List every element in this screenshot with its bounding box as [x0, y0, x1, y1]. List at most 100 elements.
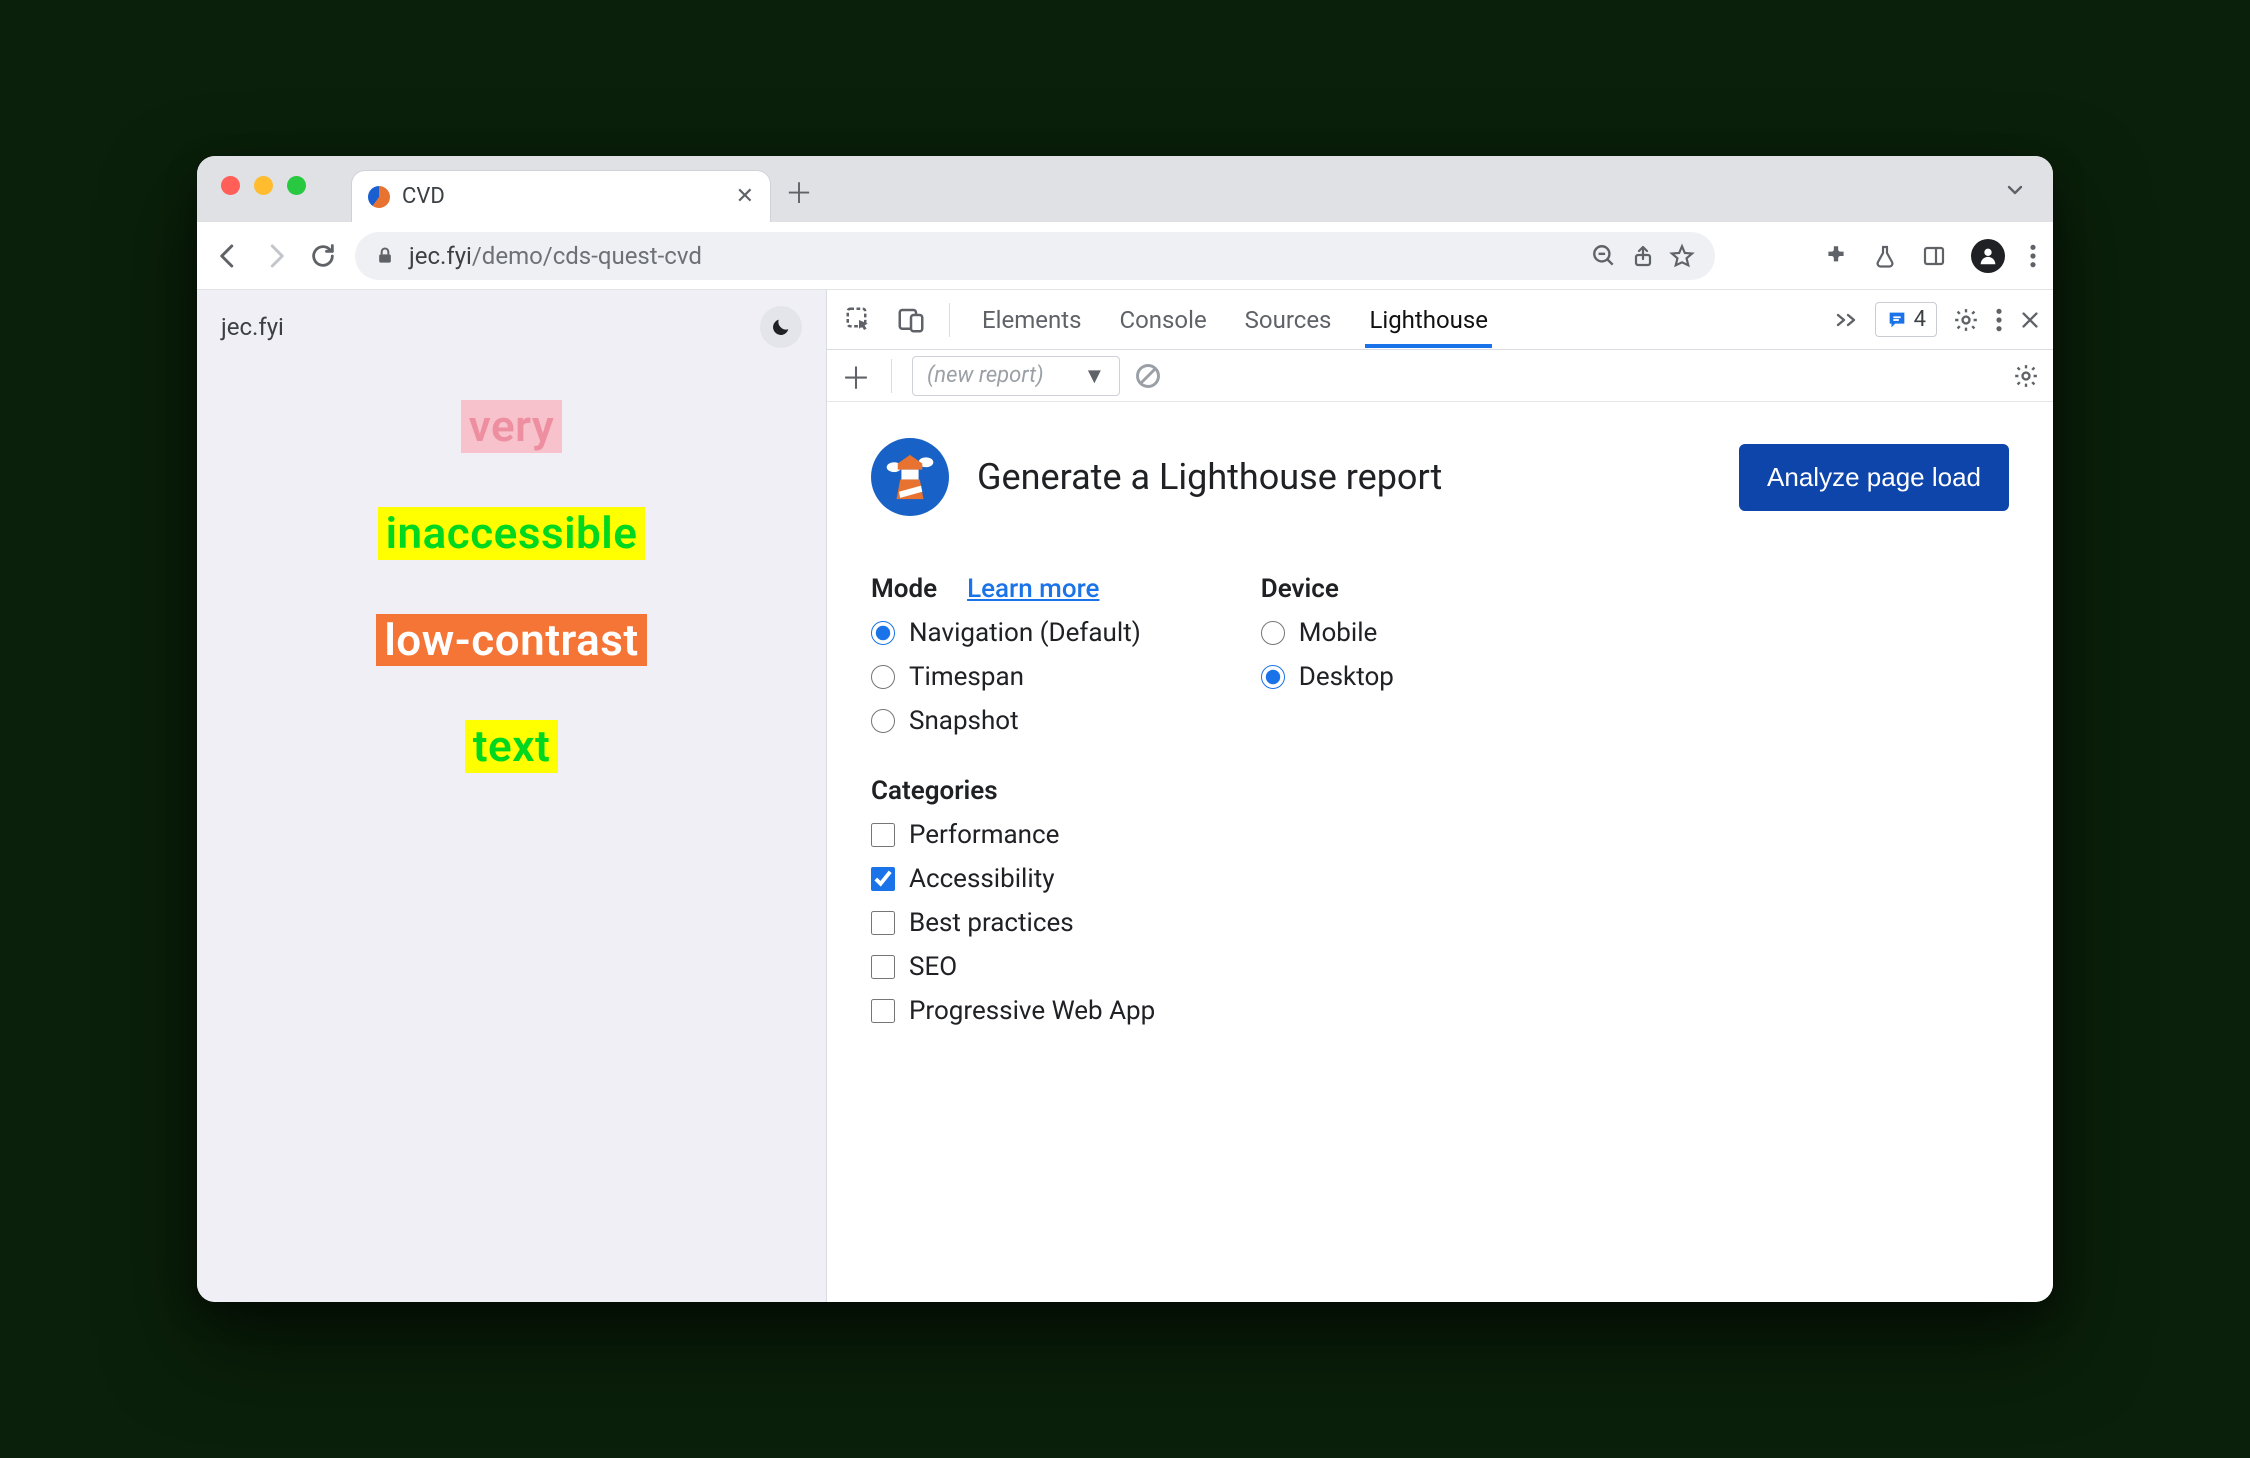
browser-tab[interactable]: CVD ✕ [351, 170, 771, 222]
cat-best-practices-option[interactable]: Best practices [871, 908, 2009, 938]
devtools-panel: Elements Console Sources Lighthouse 4 [827, 290, 2053, 1302]
lighthouse-logo-icon [871, 438, 949, 516]
devtools-settings-button[interactable] [1953, 307, 1979, 333]
more-tabs-button[interactable] [1835, 312, 1859, 328]
nav-toolbar: jec.fyi/demo/cds-quest-cvd [197, 222, 2053, 290]
lighthouse-header: Generate a Lighthouse report Analyze pag… [871, 438, 2009, 516]
device-desktop-option[interactable]: Desktop [1261, 662, 1394, 692]
bookmark-star-icon[interactable] [1669, 243, 1695, 269]
clear-button[interactable] [1134, 362, 1162, 390]
traffic-lights [221, 176, 306, 195]
favicon-icon [368, 186, 390, 208]
toolbar-right [1823, 239, 2037, 273]
device-desktop-radio[interactable] [1261, 665, 1285, 689]
cat-pwa-label: Progressive Web App [909, 996, 1155, 1026]
content-area: jec.fyi very inaccessible low-contrast t… [197, 290, 2053, 1302]
mode-navigation-radio[interactable] [871, 621, 895, 645]
labs-icon[interactable] [1873, 242, 1897, 270]
url-host: jec.fyi [409, 242, 472, 270]
cat-accessibility-checkbox[interactable] [871, 867, 895, 891]
mode-snapshot-label: Snapshot [909, 706, 1019, 736]
devtools-tabbar: Elements Console Sources Lighthouse 4 [827, 290, 2053, 350]
tab-elements[interactable]: Elements [978, 292, 1085, 348]
device-mobile-label: Mobile [1299, 618, 1378, 648]
sample-very: very [461, 400, 563, 453]
cat-accessibility-label: Accessibility [909, 864, 1055, 894]
cat-best-practices-checkbox[interactable] [871, 911, 895, 935]
tab-lighthouse[interactable]: Lighthouse [1365, 292, 1492, 348]
learn-more-link[interactable]: Learn more [967, 574, 1099, 604]
device-toolbar-button[interactable] [891, 300, 931, 340]
chevron-down-icon: ▼ [1084, 363, 1106, 389]
device-desktop-label: Desktop [1299, 662, 1394, 692]
mode-timespan-label: Timespan [909, 662, 1024, 692]
sample-inaccessible: inaccessible [378, 507, 646, 560]
page-preview: jec.fyi very inaccessible low-contrast t… [197, 290, 827, 1302]
sample-low-contrast: low-contrast [376, 614, 646, 667]
minimize-window-button[interactable] [254, 176, 273, 195]
mode-timespan-radio[interactable] [871, 665, 895, 689]
categories-section: Categories Performance Accessibility [871, 776, 2009, 1026]
site-label: jec.fyi [221, 313, 284, 341]
new-report-button[interactable]: ＋ [841, 354, 871, 398]
mode-timespan-option[interactable]: Timespan [871, 662, 1141, 692]
close-window-button[interactable] [221, 176, 240, 195]
report-select[interactable]: (new report) ▼ [912, 356, 1120, 396]
share-icon[interactable] [1631, 243, 1655, 269]
issues-count: 4 [1914, 307, 1926, 332]
sidebar-icon[interactable] [1921, 244, 1947, 268]
reload-button[interactable] [309, 242, 337, 270]
cat-seo-option[interactable]: SEO [871, 952, 2009, 982]
lighthouse-settings-button[interactable] [2013, 363, 2039, 389]
profile-avatar[interactable] [1971, 239, 2005, 273]
mode-section: Mode Learn more Navigation (Default) Tim… [871, 574, 1141, 736]
device-section: Device Mobile Desktop [1261, 574, 1394, 736]
mode-heading: Mode [871, 574, 937, 604]
moon-icon [770, 316, 792, 338]
url-path: /demo/cds-quest-cvd [472, 242, 702, 270]
lighthouse-body: Generate a Lighthouse report Analyze pag… [827, 402, 2053, 1062]
mode-navigation-option[interactable]: Navigation (Default) [871, 618, 1141, 648]
cat-pwa-checkbox[interactable] [871, 999, 895, 1023]
forward-button[interactable] [261, 241, 291, 271]
issues-icon [1886, 309, 1908, 331]
browser-window: CVD ✕ ＋ jec.fyi/demo/cds-quest-cvd [197, 156, 2053, 1302]
fullscreen-window-button[interactable] [287, 176, 306, 195]
device-heading: Device [1261, 574, 1339, 604]
cat-performance-option[interactable]: Performance [871, 820, 2009, 850]
url-text: jec.fyi/demo/cds-quest-cvd [409, 242, 1577, 270]
zoom-icon[interactable] [1591, 243, 1617, 269]
cat-pwa-option[interactable]: Progressive Web App [871, 996, 2009, 1026]
cat-performance-label: Performance [909, 820, 1059, 850]
extensions-icon[interactable] [1823, 243, 1849, 269]
tab-close-button[interactable]: ✕ [736, 184, 754, 209]
chrome-menu-button[interactable] [2029, 243, 2037, 269]
report-select-label: (new report) [927, 363, 1044, 388]
device-mobile-radio[interactable] [1261, 621, 1285, 645]
lock-icon [375, 245, 395, 267]
cat-performance-checkbox[interactable] [871, 823, 895, 847]
cat-accessibility-option[interactable]: Accessibility [871, 864, 2009, 894]
new-tab-button[interactable]: ＋ [785, 172, 813, 212]
devtools-close-button[interactable] [2019, 309, 2041, 331]
device-mobile-option[interactable]: Mobile [1261, 618, 1394, 648]
lighthouse-title: Generate a Lighthouse report [977, 456, 1442, 498]
tab-sources[interactable]: Sources [1241, 292, 1336, 348]
issues-chip[interactable]: 4 [1875, 302, 1937, 337]
analyze-button[interactable]: Analyze page load [1739, 444, 2009, 511]
theme-toggle-button[interactable] [760, 306, 802, 348]
cat-seo-label: SEO [909, 952, 957, 982]
omnibox[interactable]: jec.fyi/demo/cds-quest-cvd [355, 232, 1715, 280]
inspect-element-button[interactable] [839, 300, 879, 340]
tab-title: CVD [402, 184, 445, 209]
mode-snapshot-radio[interactable] [871, 709, 895, 733]
cat-seo-checkbox[interactable] [871, 955, 895, 979]
sample-text: text [465, 720, 559, 773]
mode-snapshot-option[interactable]: Snapshot [871, 706, 1141, 736]
devtools-menu-button[interactable] [1995, 307, 2003, 333]
back-button[interactable] [213, 241, 243, 271]
tab-console[interactable]: Console [1115, 292, 1210, 348]
mode-navigation-label: Navigation (Default) [909, 618, 1141, 648]
contrast-samples: very inaccessible low-contrast text [376, 400, 646, 773]
tab-overflow-button[interactable] [2003, 178, 2027, 202]
